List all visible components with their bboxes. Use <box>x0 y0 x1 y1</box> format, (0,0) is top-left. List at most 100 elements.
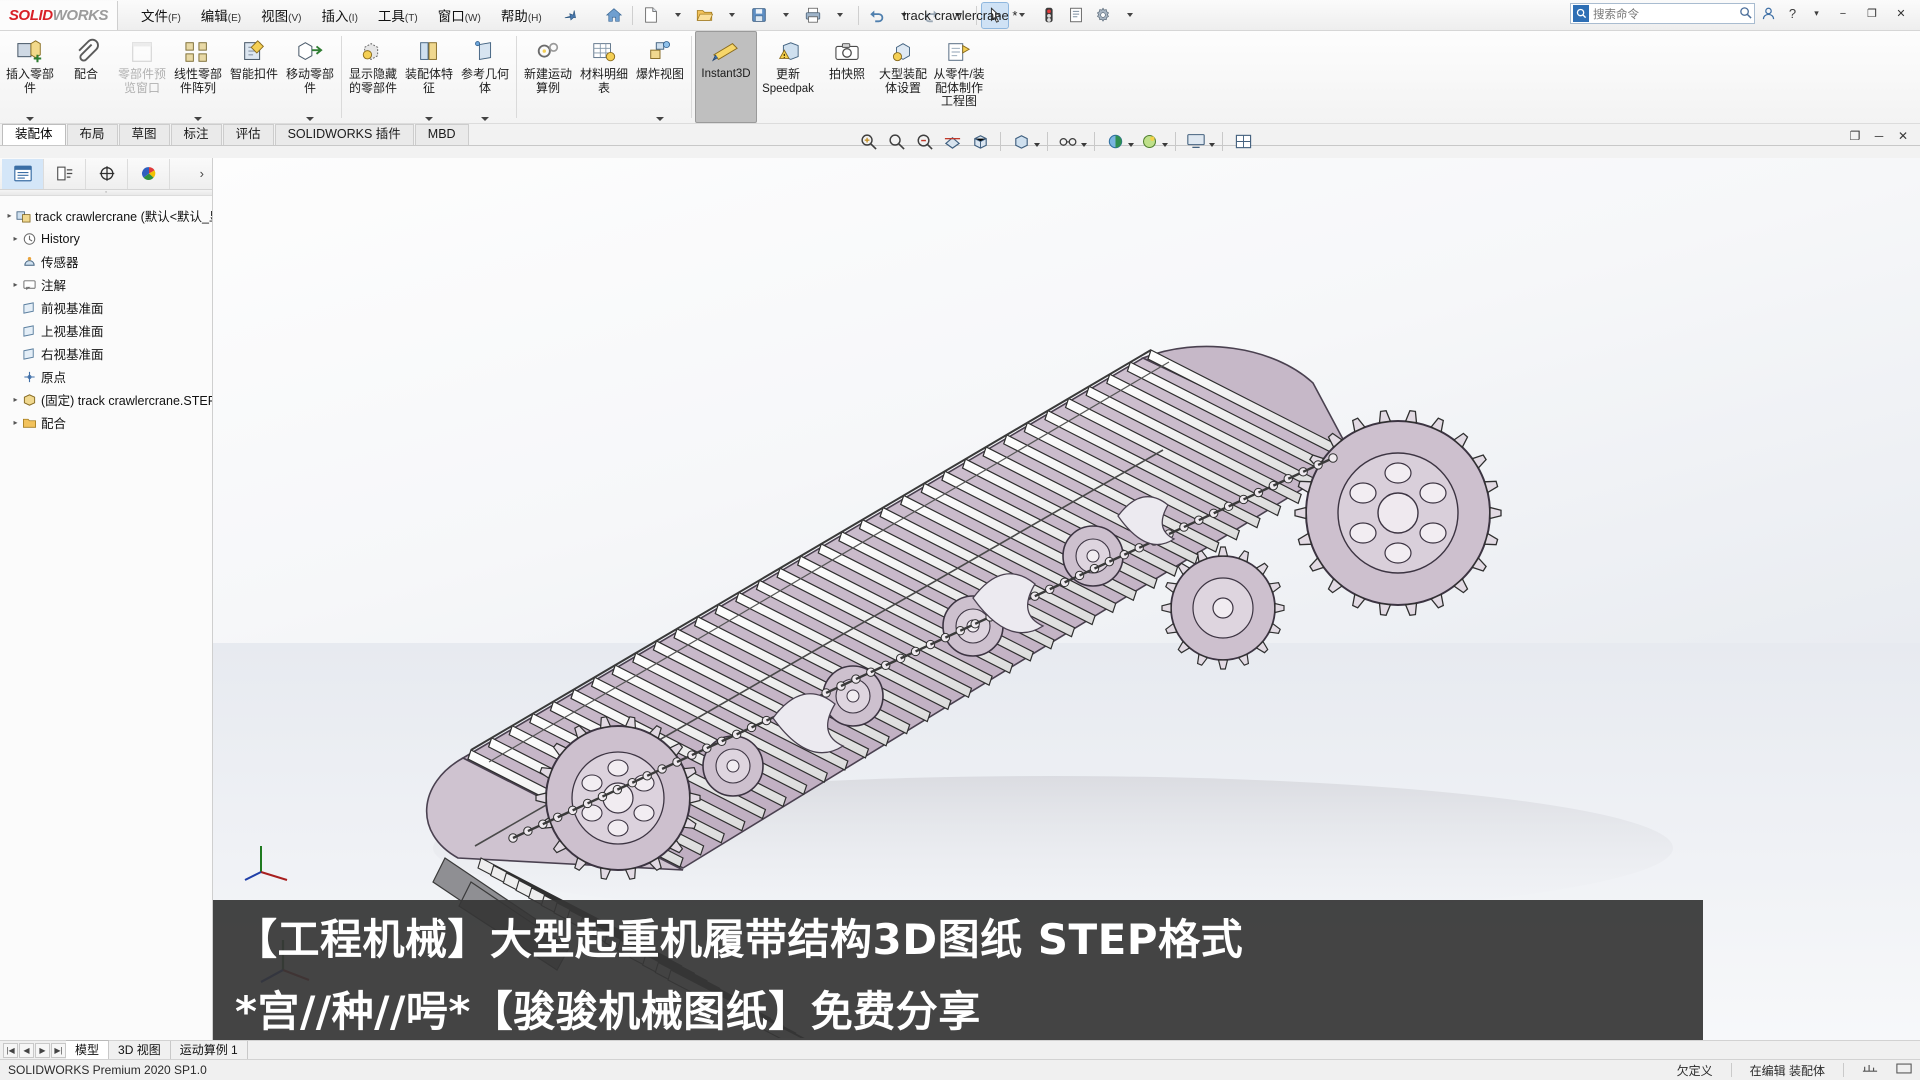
scene-icon[interactable] <box>1136 128 1162 154</box>
smart-fasteners-button[interactable]: 智能扣件 <box>226 31 282 123</box>
reference-geometry-button[interactable]: 参考几何体 <box>457 31 513 123</box>
magnifier-area-icon[interactable] <box>883 128 909 154</box>
bill-of-materials-button[interactable]: 材料明细表 <box>576 31 632 123</box>
menu-help[interactable]: 帮助(H) <box>492 1 551 29</box>
tab-mbd[interactable]: MBD <box>414 124 469 145</box>
menu-edit[interactable]: 编辑(E) <box>192 1 250 29</box>
tree-item-right-plane[interactable]: 右视基准面 <box>0 342 212 365</box>
open-file-dropdown[interactable] <box>719 3 745 28</box>
eyeglasses-icon[interactable] <box>1055 128 1081 154</box>
tab-nav-prev-icon[interactable]: ◀ <box>19 1042 34 1058</box>
traffic-light-icon[interactable] <box>1036 3 1062 28</box>
chevron-down-icon[interactable] <box>481 117 489 121</box>
save-disk-icon[interactable] <box>746 3 772 28</box>
chevron-down-icon[interactable] <box>656 117 664 121</box>
tab-sketch[interactable]: 草图 <box>118 124 170 145</box>
configuration-manager-icon[interactable] <box>86 158 128 189</box>
document-minimize-button[interactable]: ─ <box>1870 128 1888 144</box>
display-style-icon[interactable] <box>1008 128 1034 154</box>
instant3d-button[interactable]: Instant3D <box>695 31 757 123</box>
tab-assembly[interactable]: 装配体 <box>2 124 66 145</box>
tab-nav-next-icon[interactable]: ▶ <box>35 1042 50 1058</box>
bottom-tab-model[interactable]: 模型 <box>66 1040 110 1060</box>
large-assembly-settings-button[interactable]: 大型装配体设置 <box>875 31 931 123</box>
take-snapshot-button[interactable]: 拍快照 <box>819 31 875 123</box>
print-dropdown[interactable] <box>827 3 853 28</box>
expand-toggle-icon[interactable]: ▸ <box>10 418 21 427</box>
tree-item-part-step[interactable]: ▸ (固定) track crawlercrane.STEP<1> <box>0 388 212 411</box>
bottom-tab-3d-views[interactable]: 3D 视图 <box>109 1040 171 1060</box>
zoom-fit-icon[interactable] <box>855 128 881 154</box>
search-input[interactable]: 搜索命令 <box>1593 6 1639 22</box>
tab-nav-first-icon[interactable]: |◀ <box>3 1042 18 1058</box>
assembly-features-button[interactable]: 装配体特征 <box>401 31 457 123</box>
tree-item-annotations[interactable]: ▸ 注解 <box>0 273 212 296</box>
chevron-down-icon[interactable] <box>306 117 314 121</box>
exploded-view-button[interactable]: 爆炸视图 <box>632 31 688 123</box>
make-drawing-from-assembly-button[interactable]: 从零件/装配体制作工程图 <box>931 31 987 123</box>
new-motion-study-button[interactable]: 新建运动算例 <box>520 31 576 123</box>
menu-file[interactable]: 文件(F) <box>132 1 190 29</box>
tab-markup[interactable]: 标注 <box>170 124 222 145</box>
menu-tools[interactable]: 工具(T) <box>369 1 427 29</box>
tree-item-top-plane[interactable]: 上视基准面 <box>0 319 212 342</box>
viewport-grid-icon[interactable] <box>1230 128 1256 154</box>
pushpin-icon[interactable] <box>557 2 582 27</box>
tab-solidworks-addins[interactable]: SOLIDWORKS 插件 <box>274 124 414 145</box>
tab-layout[interactable]: 布局 <box>66 124 118 145</box>
monitor-icon[interactable] <box>1183 128 1209 154</box>
display-manager-color-wheel-icon[interactable] <box>128 158 170 189</box>
property-manager-icon[interactable] <box>44 158 86 189</box>
chevron-down-icon[interactable] <box>1128 142 1134 147</box>
user-account-icon[interactable] <box>1758 3 1779 24</box>
new-file-dropdown[interactable] <box>665 3 691 28</box>
gear-icon[interactable] <box>1090 3 1116 28</box>
update-speedpak-button[interactable]: 更新 Speedpak <box>757 31 819 123</box>
chevron-down-icon[interactable] <box>1162 142 1168 147</box>
tree-item-origin[interactable]: 原点 <box>0 365 212 388</box>
new-file-icon[interactable] <box>638 3 664 28</box>
document-close-button[interactable]: ✕ <box>1894 128 1912 144</box>
expand-panel-chevron-right-icon[interactable]: › <box>192 166 212 181</box>
menu-view[interactable]: 视图(V) <box>252 1 310 29</box>
previous-view-icon[interactable] <box>911 128 937 154</box>
section-view-icon[interactable] <box>939 128 965 154</box>
feature-tree-icon[interactable] <box>2 158 44 189</box>
edit-mode-icon[interactable] <box>1896 1062 1912 1078</box>
magnifier-icon[interactable] <box>1739 6 1752 22</box>
tree-item-front-plane[interactable]: 前视基准面 <box>0 296 212 319</box>
window-restore-button[interactable]: ❐ <box>1859 4 1885 24</box>
save-dropdown[interactable] <box>773 3 799 28</box>
chevron-down-icon[interactable] <box>1081 142 1087 147</box>
expand-toggle-icon[interactable]: ▸ <box>4 211 15 220</box>
menu-window[interactable]: 窗口(W) <box>429 1 490 29</box>
tab-nav-last-icon[interactable]: ▶| <box>51 1042 66 1058</box>
linear-component-pattern-button[interactable]: 线性零部件阵列 <box>170 31 226 123</box>
question-mark-icon[interactable]: ? <box>1782 3 1803 24</box>
document-properties-icon[interactable] <box>1063 3 1089 28</box>
document-restore-button[interactable]: ❐ <box>1846 128 1864 144</box>
home-icon[interactable] <box>601 3 627 28</box>
undo-arrow-icon[interactable] <box>864 3 890 28</box>
menu-insert[interactable]: 插入(I) <box>312 1 366 29</box>
tree-item-history[interactable]: ▸ History <box>0 227 212 250</box>
chevron-down-icon[interactable] <box>425 117 433 121</box>
window-minimize-button[interactable]: − <box>1830 4 1856 24</box>
chevron-down-icon[interactable] <box>1034 142 1040 147</box>
show-hidden-components-button[interactable]: 显示隐藏的零部件 <box>345 31 401 123</box>
open-folder-icon[interactable] <box>692 3 718 28</box>
chevron-down-icon[interactable] <box>194 117 202 121</box>
move-component-button[interactable]: 移动零部件 <box>282 31 338 123</box>
search-commands-box[interactable]: 搜索命令 <box>1570 3 1755 24</box>
options-dropdown[interactable] <box>1117 3 1143 28</box>
bottom-tab-motion-study-1[interactable]: 运动算例 1 <box>171 1040 248 1060</box>
appearance-sphere-icon[interactable] <box>1102 128 1128 154</box>
mate-button[interactable]: 配合 <box>58 31 114 123</box>
window-close-button[interactable]: ✕ <box>1888 4 1914 24</box>
tree-item-assembly-root[interactable]: ▸ track crawlercrane (默认<默认_显示状态-1>) <box>0 204 212 227</box>
chevron-down-icon[interactable] <box>1209 142 1215 147</box>
tab-evaluate[interactable]: 评估 <box>222 124 274 145</box>
tree-item-sensors[interactable]: 传感器 <box>0 250 212 273</box>
expand-toggle-icon[interactable]: ▸ <box>10 234 21 243</box>
tree-item-mates[interactable]: ▸ 配合 <box>0 411 212 434</box>
